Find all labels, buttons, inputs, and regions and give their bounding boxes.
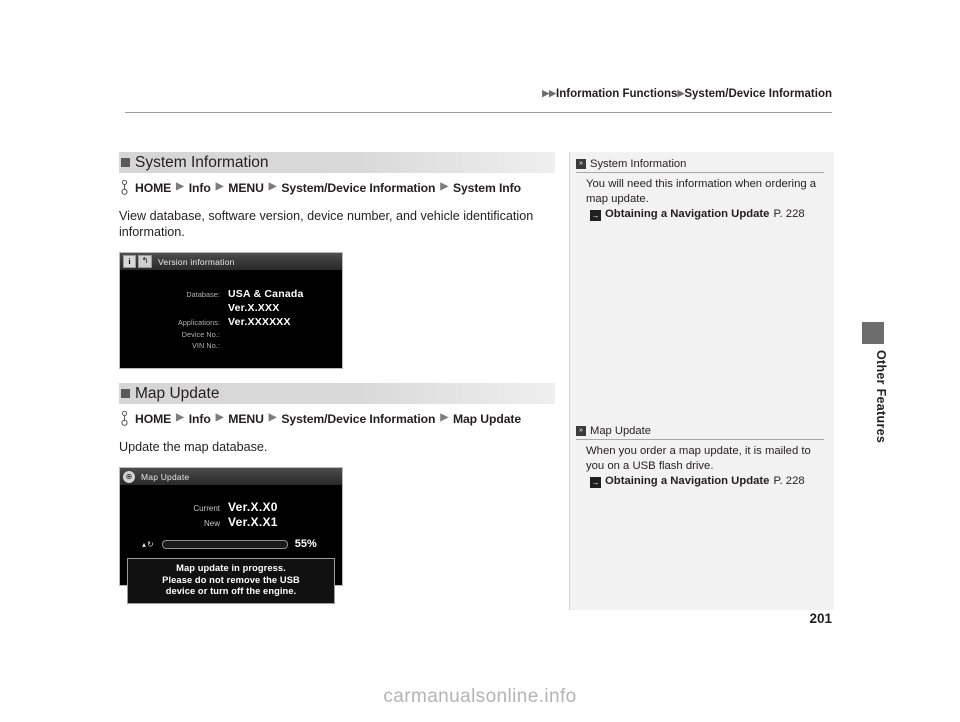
device-screenshot-version-information: i ↰ Version information Database: USA & … (119, 252, 343, 369)
device-title-bar: i ↰ Version information (120, 253, 342, 270)
update-spinner-icon: ▴↻ (142, 539, 155, 549)
chapter-tab-label: Other Features (874, 350, 888, 444)
update-message-box: Map update in progress. Please do not re… (127, 558, 335, 604)
version-value: Ver.X.X1 (228, 515, 278, 529)
reference-arrow-icon: → (590, 477, 601, 488)
section-heading-system-information: System Information (119, 152, 555, 173)
sidebar-notes: » System Information You will need this … (569, 152, 834, 610)
info-label: Applications: (177, 318, 220, 327)
nav-step[interactable]: System/Device Information (281, 181, 435, 195)
info-value: Ver.XXXXXX (228, 316, 291, 328)
info-label: Device No.: (181, 330, 220, 339)
note-header: » Map Update (576, 425, 824, 440)
section-bullet-icon (121, 389, 130, 398)
nav-path-map-update: HOME ▶ Info ▶ MENU ▶ System/Device Infor… (119, 411, 555, 426)
info-label: VIN No.: (192, 341, 220, 350)
note-header: » System Information (576, 158, 824, 173)
section-title: Map Update (135, 384, 220, 402)
back-arrow-icon[interactable]: ↰ (138, 255, 152, 268)
breadcrumb-triangle-icon: ▶ (549, 88, 557, 98)
nav-triangle-icon: ▶ (176, 412, 184, 423)
note-body: When you order a map update, it is maile… (586, 445, 811, 472)
version-label: Current (193, 504, 220, 513)
reference-arrow-icon: → (590, 210, 601, 221)
note-system-information: » System Information You will need this … (570, 152, 834, 221)
version-value: Ver.X.X0 (228, 500, 278, 514)
globe-icon[interactable]: ⊕ (123, 470, 135, 483)
nav-step[interactable]: HOME (135, 412, 171, 426)
nav-step[interactable]: HOME (135, 181, 171, 195)
info-row: Applications: Ver.XXXXXX (120, 316, 342, 328)
hand-pointer-icon (121, 411, 128, 426)
nav-path-system-info: HOME ▶ Info ▶ MENU ▶ System/Device Infor… (119, 180, 555, 195)
nav-step[interactable]: MENU (228, 412, 264, 426)
device-screen-body: Database: USA & Canada Ver.X.XXX Applica… (120, 270, 342, 368)
breadcrumb-item-2: System/Device Information (684, 88, 832, 100)
note-title: System Information (590, 158, 687, 170)
hand-pointer-icon (121, 180, 128, 195)
nav-step[interactable]: System Info (453, 181, 521, 195)
nav-triangle-icon: ▶ (268, 412, 277, 423)
nav-step[interactable]: Map Update (453, 412, 521, 426)
info-row: Database: USA & Canada (120, 288, 342, 300)
breadcrumb: ▶▶Information Functions▶System/Device In… (125, 88, 832, 100)
reference-page: P. 228 (773, 208, 805, 220)
progress-row: ▴↻ 55% (120, 538, 342, 550)
update-message-line: Map update in progress. (176, 563, 286, 573)
watermark: carmanualsonline.info (383, 686, 577, 707)
section-bullet-icon (121, 158, 130, 167)
breadcrumb-item-1: Information Functions (556, 88, 678, 100)
update-message-line: Please do not remove the USB (162, 574, 300, 585)
nav-step[interactable]: System/Device Information (281, 412, 435, 426)
device-title-bar: ⊕ Map Update (120, 468, 342, 485)
version-row-current: Current Ver.X.X0 (120, 500, 342, 514)
device-title: Map Update (141, 471, 190, 482)
nav-step[interactable]: MENU (228, 181, 264, 195)
note-marker-icon: » (576, 159, 586, 169)
info-row: VIN No.: (120, 341, 342, 350)
header-divider (125, 112, 832, 113)
info-row: Device No.: (120, 330, 342, 339)
note-title: Map Update (590, 425, 651, 437)
info-icon[interactable]: i (123, 255, 136, 268)
nav-triangle-icon: ▶ (440, 181, 448, 192)
progress-percent: 55% (294, 538, 317, 550)
reference-title[interactable]: Obtaining a Navigation Update (605, 475, 769, 487)
device-screen-body: Current Ver.X.X0 New Ver.X.X1 ▴↻ 55% Map… (120, 485, 342, 604)
info-label: Database: (186, 290, 220, 299)
main-content: System Information HOME ▶ Info ▶ MENU ▶ … (119, 152, 555, 604)
reference-title[interactable]: Obtaining a Navigation Update (605, 208, 769, 220)
info-value: Ver.X.XXX (228, 302, 280, 314)
nav-step[interactable]: Info (189, 412, 211, 426)
version-label: New (203, 519, 220, 528)
device-screenshot-map-update: ⊕ Map Update Current Ver.X.X0 New Ver.X.… (119, 467, 343, 604)
breadcrumb-triangle-icon: ▶ (677, 88, 685, 98)
note-reference[interactable]: → Obtaining a Navigation Update P. 228 (576, 475, 824, 488)
info-row: Ver.X.XXX (120, 302, 342, 314)
reference-page: P. 228 (773, 475, 805, 487)
nav-triangle-icon: ▶ (215, 181, 224, 192)
nav-triangle-icon: ▶ (215, 412, 224, 423)
chapter-tab-marker (862, 322, 884, 344)
section-description: Update the map database. (119, 440, 268, 454)
info-value: USA & Canada (228, 288, 304, 300)
note-map-update: » Map Update When you order a map update… (570, 220, 834, 488)
page-number: 201 (809, 611, 832, 626)
nav-triangle-icon: ▶ (440, 412, 448, 423)
note-body: You will need this information when orde… (586, 178, 817, 205)
update-message-line: device or turn off the engine. (165, 586, 297, 596)
nav-triangle-icon: ▶ (176, 181, 184, 192)
device-title: Version information (158, 256, 235, 267)
section-description: View database, software version, device … (119, 209, 534, 239)
progress-bar (161, 539, 288, 549)
note-marker-icon: » (576, 426, 586, 436)
version-row-new: New Ver.X.X1 (120, 515, 342, 529)
section-heading-map-update: Map Update (119, 383, 555, 404)
section-title: System Information (135, 153, 269, 171)
nav-step[interactable]: Info (189, 181, 211, 195)
note-reference[interactable]: → Obtaining a Navigation Update P. 228 (576, 208, 824, 221)
nav-triangle-icon: ▶ (268, 181, 277, 192)
